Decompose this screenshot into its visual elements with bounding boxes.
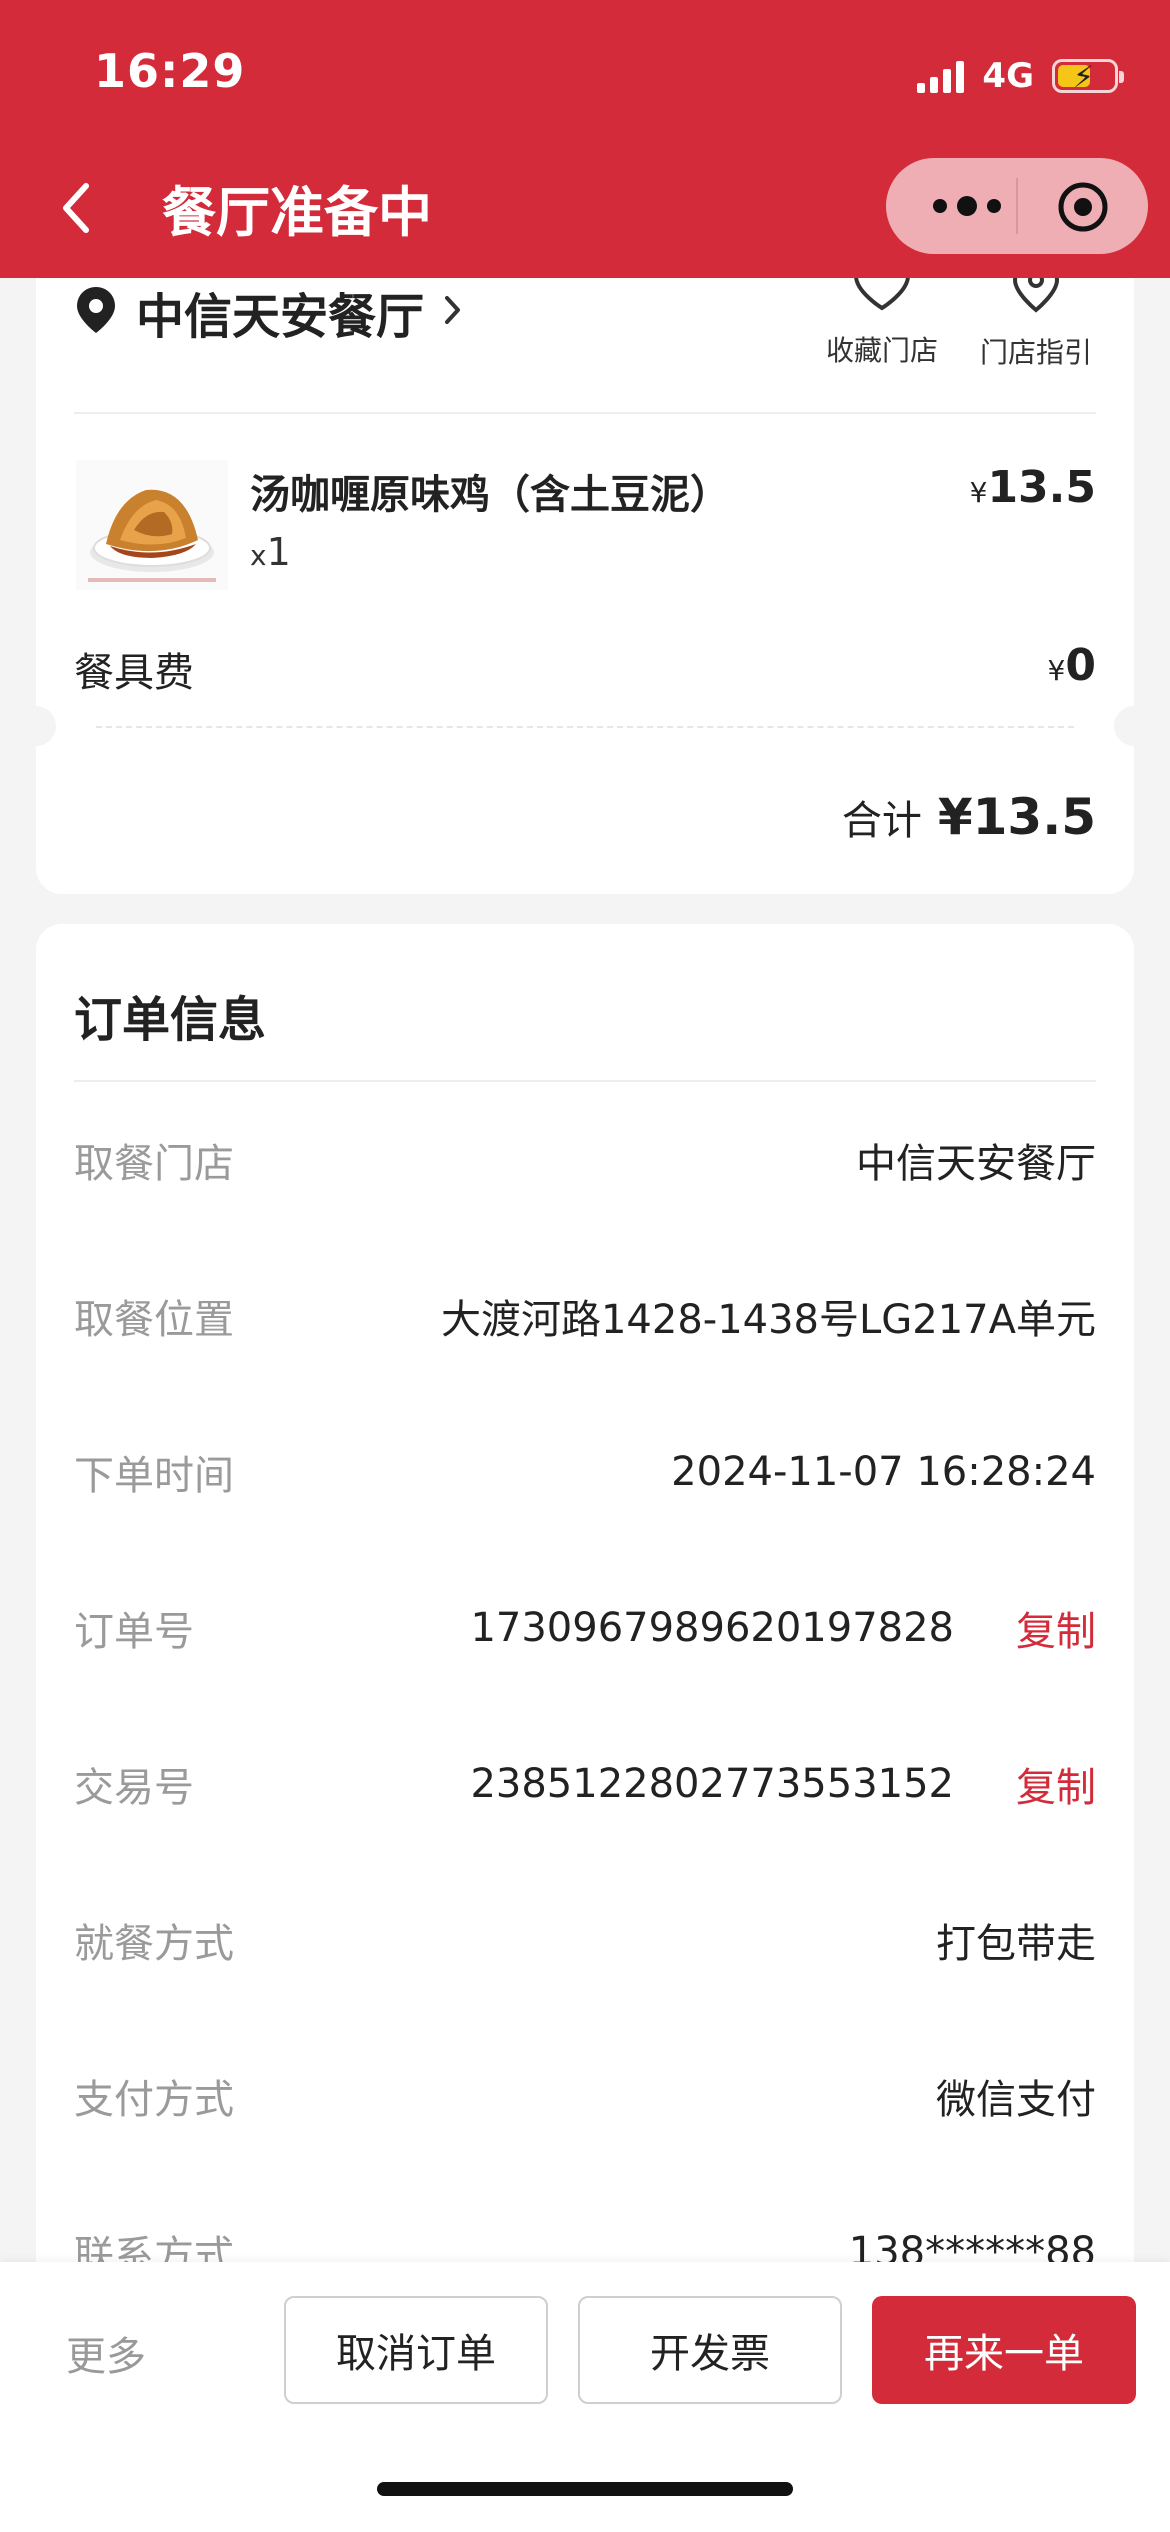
tableware-fee-label: 餐具费 [74, 650, 194, 696]
network-type: 4G [982, 56, 1034, 96]
chevron-left-icon [56, 183, 96, 242]
info-value: 大渡河路1428-1438号LG217A单元 [440, 1297, 1096, 1343]
tableware-fee-price: ¥0 [1048, 640, 1096, 691]
capsule-separator [1016, 178, 1018, 234]
home-indicator [377, 2482, 793, 2496]
info-row-payment-method: 支付方式 微信支付 [74, 2066, 1096, 2126]
info-row-pickup-location: 取餐位置 大渡河路1428-1438号LG217A单元 [74, 1286, 1096, 1346]
ticket-notch-right [1114, 706, 1154, 746]
transaction-number-value: 2385122802773553152 [470, 1761, 954, 1807]
ticket-notch-left [16, 706, 56, 746]
info-label: 交易号 [74, 1765, 194, 1811]
total-label: 合计 [841, 798, 922, 844]
chevron-right-icon [442, 292, 464, 332]
item-name: 汤咖喱原味鸡（含土豆泥） [250, 472, 730, 518]
status-time: 16:29 [94, 44, 246, 98]
status-indicators: 4G ⚡ [917, 52, 1124, 100]
total-value: ¥13.5 [937, 788, 1096, 846]
copy-transaction-number-button[interactable]: 复制 [1016, 1755, 1096, 1813]
order-info-card: 订单信息 取餐门店 中信天安餐厅 取餐位置 大渡河路1428-1438号LG21… [36, 924, 1134, 2324]
store-guide-label: 门店指引 [979, 336, 1092, 369]
section-title: 订单信息 [74, 992, 267, 1048]
info-right: 2385122802773553152 复制 [470, 1755, 1096, 1813]
page-title: 餐厅准备中 [162, 181, 432, 244]
quantity-value: 1 [266, 530, 291, 574]
order-total: 合计 ¥13.5 [842, 788, 1096, 846]
more-button[interactable]: 更多 [66, 2324, 146, 2382]
info-label: 订单号 [74, 1609, 194, 1655]
food-image [76, 460, 228, 590]
info-label: 取餐门店 [74, 1141, 234, 1187]
store-header[interactable]: 中信天安餐厅 [74, 272, 464, 352]
info-label: 支付方式 [74, 2077, 234, 2123]
item-quantity: x1 [250, 530, 291, 574]
info-row-order-time: 下单时间 2024-11-07 16:28:24 [74, 1442, 1096, 1502]
copy-order-number-button[interactable]: 复制 [1016, 1599, 1096, 1657]
invoice-button[interactable]: 开发票 [578, 2296, 842, 2404]
currency-symbol: ¥ [1047, 654, 1066, 687]
store-name: 中信天安餐厅 [136, 289, 425, 345]
order-detail-page: 中信天安餐厅 收藏门店 门店指引 汤咖喱原味鸡（含土豆泥） x1 ¥13.5 餐… [0, 0, 1170, 2532]
info-right: 1730967989620197828 复制 [470, 1599, 1096, 1657]
info-value: 2024-11-07 16:28:24 [671, 1449, 1096, 1495]
dashed-divider [96, 726, 1074, 728]
back-button[interactable] [56, 178, 106, 238]
info-value: 打包带走 [936, 1921, 1096, 1967]
quantity-prefix: x [250, 539, 267, 572]
info-row-pickup-store: 取餐门店 中信天安餐厅 [74, 1130, 1096, 1190]
tableware-fee-value: 0 [1065, 640, 1096, 691]
currency-symbol: ¥ [969, 476, 988, 509]
info-row-order-number: 订单号 1730967989620197828 复制 [74, 1598, 1096, 1658]
info-value: 微信支付 [936, 2077, 1096, 2123]
divider [74, 1080, 1096, 1082]
info-value: 中信天安餐厅 [856, 1141, 1096, 1187]
mini-program-capsule [886, 158, 1148, 254]
battery-icon: ⚡ [1052, 59, 1124, 95]
info-label: 就餐方式 [74, 1921, 234, 1967]
order-summary-card: 中信天安餐厅 收藏门店 门店指引 汤咖喱原味鸡（含土豆泥） x1 ¥13.5 餐… [16, 240, 1154, 894]
info-label: 下单时间 [74, 1453, 234, 1499]
info-row-dining-method: 就餐方式 打包带走 [74, 1910, 1096, 1970]
item-price: ¥13.5 [970, 462, 1096, 513]
info-label: 取餐位置 [74, 1297, 234, 1343]
item-price-value: 13.5 [987, 462, 1096, 513]
cancel-order-button[interactable]: 取消订单 [284, 2296, 548, 2404]
reorder-button[interactable]: 再来一单 [872, 2296, 1136, 2404]
bottom-action-bar: 更多 取消订单 开发票 再来一单 [0, 2262, 1170, 2532]
location-pin-icon [74, 285, 118, 339]
favorite-store-label: 收藏门店 [825, 334, 938, 367]
order-number-value: 1730967989620197828 [470, 1605, 954, 1651]
app-header: 16:29 4G ⚡ 餐厅准备中 [0, 0, 1170, 278]
more-menu-button[interactable] [922, 186, 1012, 226]
close-mini-program-button[interactable] [1056, 180, 1110, 234]
divider [74, 412, 1096, 414]
signal-icon [917, 59, 965, 93]
info-row-transaction-number: 交易号 2385122802773553152 复制 [74, 1754, 1096, 1814]
